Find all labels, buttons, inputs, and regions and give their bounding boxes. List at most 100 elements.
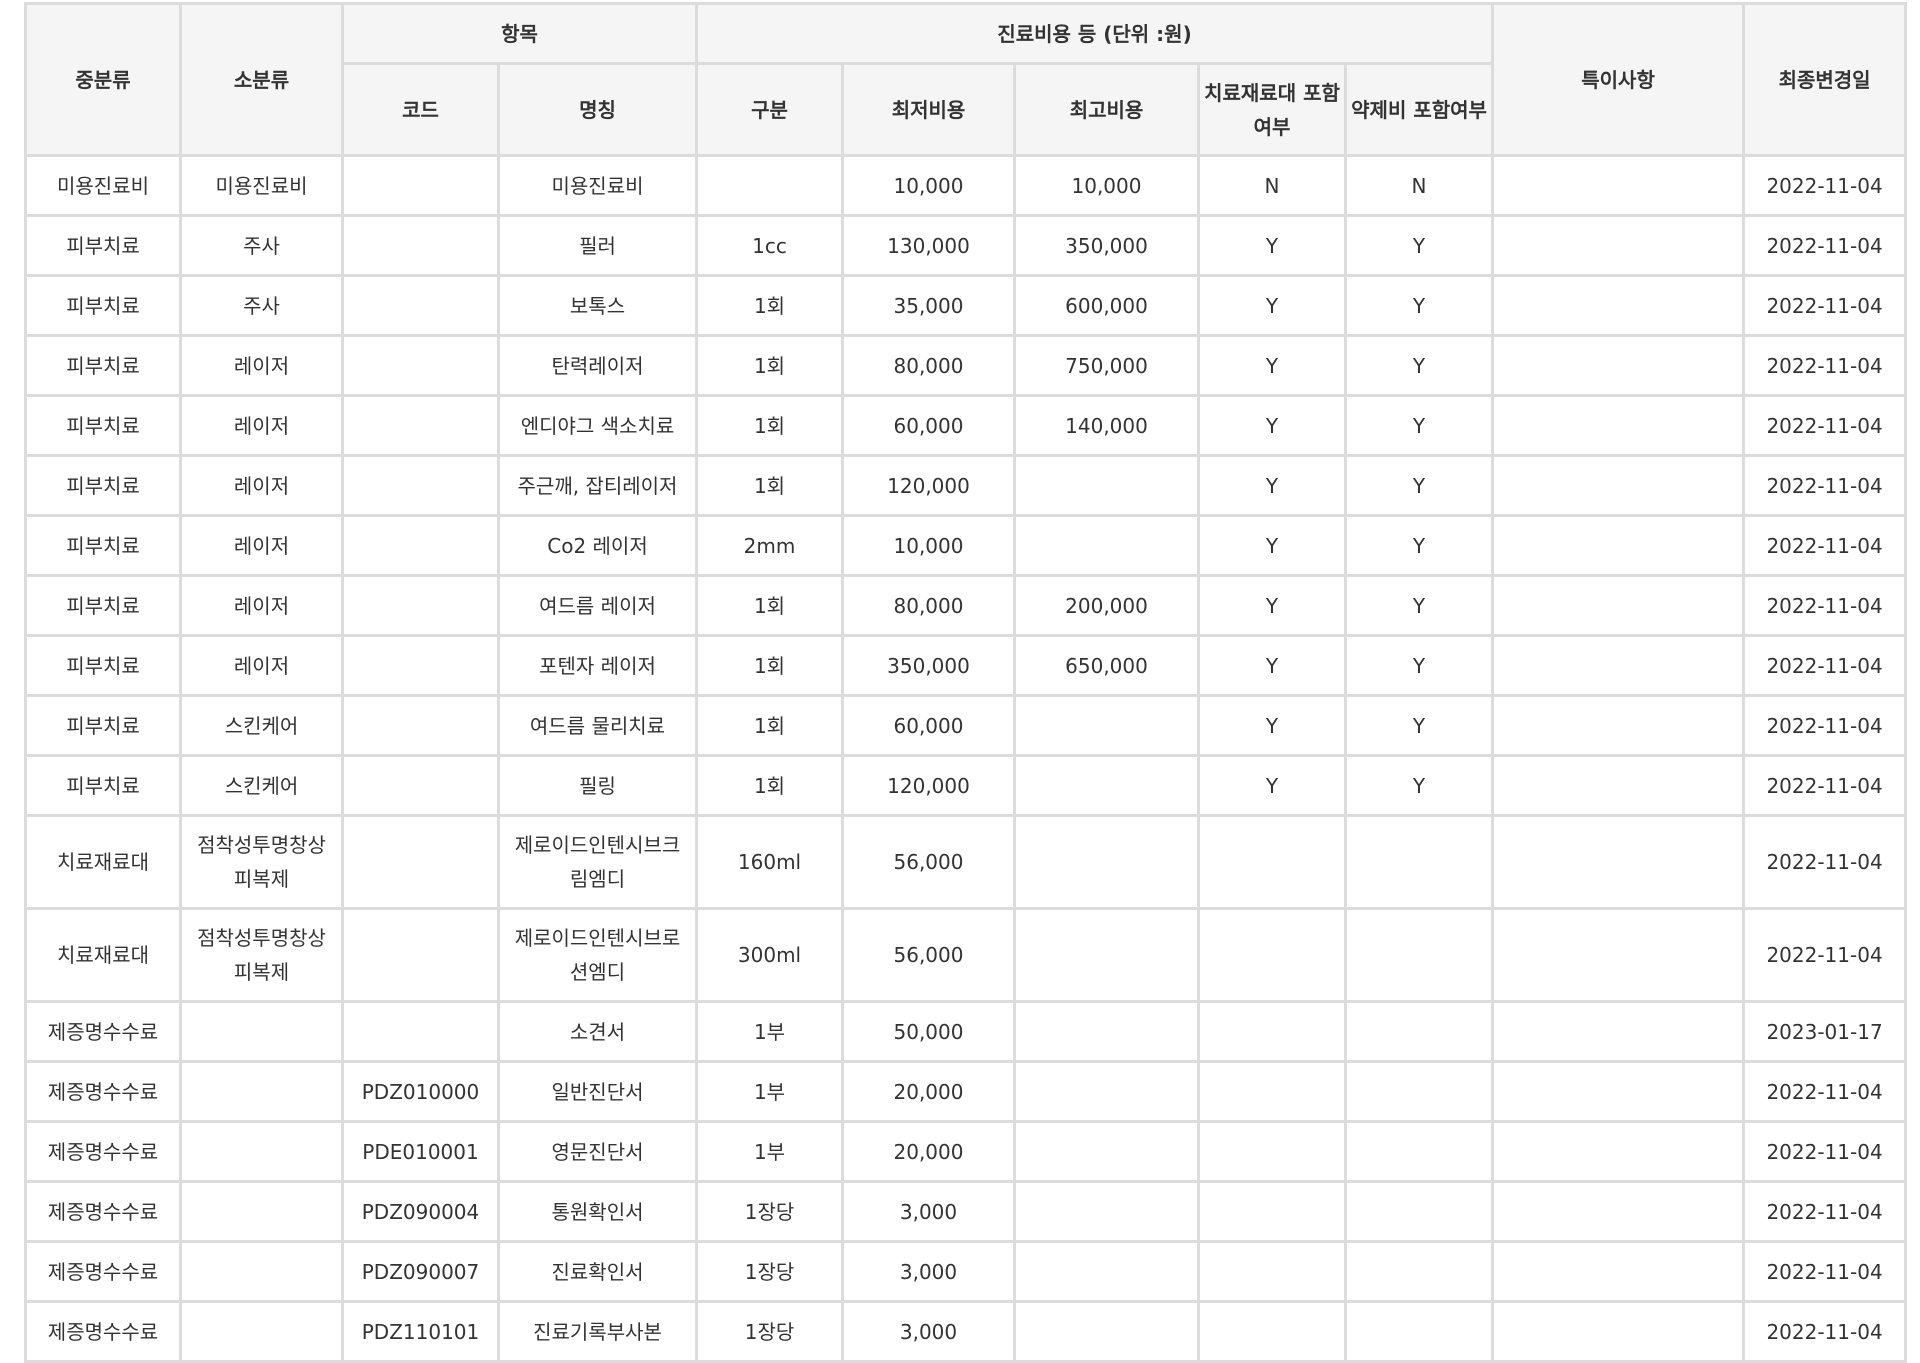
- cell-sub-category-line: 피복제: [233, 867, 290, 891]
- cell-mid-category: 피부치료: [24, 694, 182, 757]
- cell-name: 통원확인서: [497, 1180, 698, 1243]
- cell-unit: 2mm: [695, 514, 844, 577]
- cell-sub-category: 스킨케어: [179, 754, 344, 817]
- table-row: 제증명수수료 PDZ010000 일반진단서 1부 20,000 2022-11-04: [24, 1060, 1908, 1123]
- cell-last-modified: 2022-11-04: [1742, 154, 1908, 217]
- cell-sub-category: 미용진료비: [179, 154, 344, 217]
- cell-material-included: Y: [1197, 574, 1347, 637]
- cell-mid-category: 피부치료: [24, 214, 182, 277]
- cell-unit: 300ml: [695, 907, 844, 1003]
- cell-material-included: [1197, 814, 1347, 910]
- header-unit: 구분: [695, 62, 844, 157]
- cell-drug-included: Y: [1343, 574, 1495, 637]
- table-row: 제증명수수료 소견서 1부 50,000 2023-01-17: [24, 1000, 1908, 1063]
- cell-code: PDZ090007: [341, 1240, 500, 1303]
- table-row: 피부치료 레이저 탄력레이저 1회 80,000 750,000 Y Y 2022-11-04: [24, 334, 1908, 397]
- cell-code: [341, 754, 500, 817]
- cell-last-modified: 2022-11-04: [1742, 274, 1908, 337]
- cell-last-modified: 2022-11-04: [1742, 754, 1908, 817]
- cell-mid-category: 피부치료: [24, 394, 182, 457]
- header-min-cost: 최저비용: [841, 62, 1016, 157]
- cell-last-modified: 2022-11-04: [1742, 574, 1908, 637]
- cell-last-modified: 2023-01-17: [1742, 1000, 1908, 1063]
- cell-max-cost: 200,000: [1013, 574, 1200, 637]
- cell-last-modified: 2022-11-04: [1742, 214, 1908, 277]
- cell-mid-category: 피부치료: [24, 754, 182, 817]
- cell-min-cost: 60,000: [841, 394, 1016, 457]
- cell-mid-category: 피부치료: [24, 334, 182, 397]
- table-row: 치료재료대 점착성투명창상 피복제 제로이드인텐시브크 림엠디 160ml 56,000 20…: [24, 814, 1908, 910]
- cell-name-line: 림엠디: [569, 867, 626, 891]
- cell-unit: 1회: [695, 394, 844, 457]
- cell-max-cost: [1013, 814, 1200, 910]
- cell-last-modified: 2022-11-04: [1742, 634, 1908, 697]
- cell-min-cost: 10,000: [841, 514, 1016, 577]
- header-item-group: 항목: [341, 2, 698, 65]
- cell-remarks: [1491, 514, 1746, 577]
- cell-remarks: [1491, 634, 1746, 697]
- cell-max-cost: 650,000: [1013, 634, 1200, 697]
- cell-unit: 1cc: [695, 214, 844, 277]
- cell-code: [341, 574, 500, 637]
- cell-mid-category: 피부치료: [24, 574, 182, 637]
- header-sub-category: 소분류: [179, 2, 344, 157]
- cell-remarks: [1491, 1120, 1746, 1183]
- cell-code: [341, 907, 500, 1003]
- cell-mid-category: 치료재료대: [24, 814, 182, 910]
- cell-min-cost: 130,000: [841, 214, 1016, 277]
- table-row: 피부치료 주사 보톡스 1회 35,000 600,000 Y Y 2022-11-04: [24, 274, 1908, 337]
- table-row: 치료재료대 점착성투명창상 피복제 제로이드인텐시브로 션엠디 300ml 56,000 20…: [24, 907, 1908, 1003]
- cell-unit: 1장당: [695, 1240, 844, 1303]
- cell-material-included: Y: [1197, 634, 1347, 697]
- cell-sub-category: [179, 1120, 344, 1183]
- header-max-cost: 최고비용: [1013, 62, 1200, 157]
- cell-sub-category-line: 피복제: [233, 960, 290, 984]
- cell-max-cost: [1013, 1180, 1200, 1243]
- cell-sub-category: 점착성투명창상 피복제: [179, 907, 344, 1003]
- cell-mid-category: 제증명수수료: [24, 1000, 182, 1063]
- table-row: 피부치료 레이저 여드름 레이저 1회 80,000 200,000 Y Y 2022-11-0…: [24, 574, 1908, 637]
- table-row: 제증명수수료 PDZ090007 진료확인서 1장당 3,000 2022-11-04: [24, 1240, 1908, 1303]
- header-remarks: 특이사항: [1491, 2, 1746, 157]
- cell-material-included: [1197, 1300, 1347, 1363]
- cell-sub-category: 주사: [179, 214, 344, 277]
- table-row: 피부치료 레이저 주근깨, 잡티레이저 1회 120,000 Y Y 2022-11-04: [24, 454, 1908, 517]
- cell-last-modified: 2022-11-04: [1742, 514, 1908, 577]
- cell-drug-included: N: [1343, 154, 1495, 217]
- cell-sub-category: 레이저: [179, 634, 344, 697]
- cell-min-cost: 80,000: [841, 334, 1016, 397]
- cell-min-cost: 35,000: [841, 274, 1016, 337]
- cell-drug-included: [1343, 1180, 1495, 1243]
- cell-mid-category: 피부치료: [24, 454, 182, 517]
- cell-mid-category: 제증명수수료: [24, 1120, 182, 1183]
- cell-max-cost: 140,000: [1013, 394, 1200, 457]
- table-row: 피부치료 스킨케어 여드름 물리치료 1회 60,000 Y Y 2022-11-04: [24, 694, 1908, 757]
- cell-last-modified: 2022-11-04: [1742, 1060, 1908, 1123]
- cell-name: 필러: [497, 214, 698, 277]
- cell-min-cost: 120,000: [841, 454, 1016, 517]
- cell-max-cost: [1013, 907, 1200, 1003]
- cell-unit: 1회: [695, 694, 844, 757]
- cell-max-cost: [1013, 754, 1200, 817]
- cell-drug-included: [1343, 1000, 1495, 1063]
- cell-name: 탄력레이저: [497, 334, 698, 397]
- cell-remarks: [1491, 1000, 1746, 1063]
- cell-remarks: [1491, 694, 1746, 757]
- cell-min-cost: 120,000: [841, 754, 1016, 817]
- cell-last-modified: 2022-11-04: [1742, 1120, 1908, 1183]
- cell-last-modified: 2022-11-04: [1742, 1180, 1908, 1243]
- cell-code: PDZ110101: [341, 1300, 500, 1363]
- cell-code: PDE010001: [341, 1120, 500, 1183]
- cell-drug-included: Y: [1343, 754, 1495, 817]
- cell-name: 주근깨, 잡티레이저: [497, 454, 698, 517]
- table-row: 피부치료 스킨케어 필링 1회 120,000 Y Y 2022-11-04: [24, 754, 1908, 817]
- header-row-top: 중분류 소분류 항목 진료비용 등 (단위 :원) 특이사항 최종변경일: [24, 2, 1908, 157]
- header-drug-included: 약제비 포함여부: [1343, 62, 1495, 157]
- table-row: 제증명수수료 PDZ110101 진료기록부사본 1장당 3,000 2022-11-04: [24, 1300, 1908, 1363]
- cell-name: 일반진단서: [497, 1060, 698, 1123]
- cell-min-cost: 20,000: [841, 1060, 1016, 1123]
- cell-last-modified: 2022-11-04: [1742, 1240, 1908, 1303]
- cell-max-cost: 600,000: [1013, 274, 1200, 337]
- cell-min-cost: 3,000: [841, 1240, 1016, 1303]
- table-row: 피부치료 레이저 엔디야그 색소치료 1회 60,000 140,000 Y Y 2022-11…: [24, 394, 1908, 457]
